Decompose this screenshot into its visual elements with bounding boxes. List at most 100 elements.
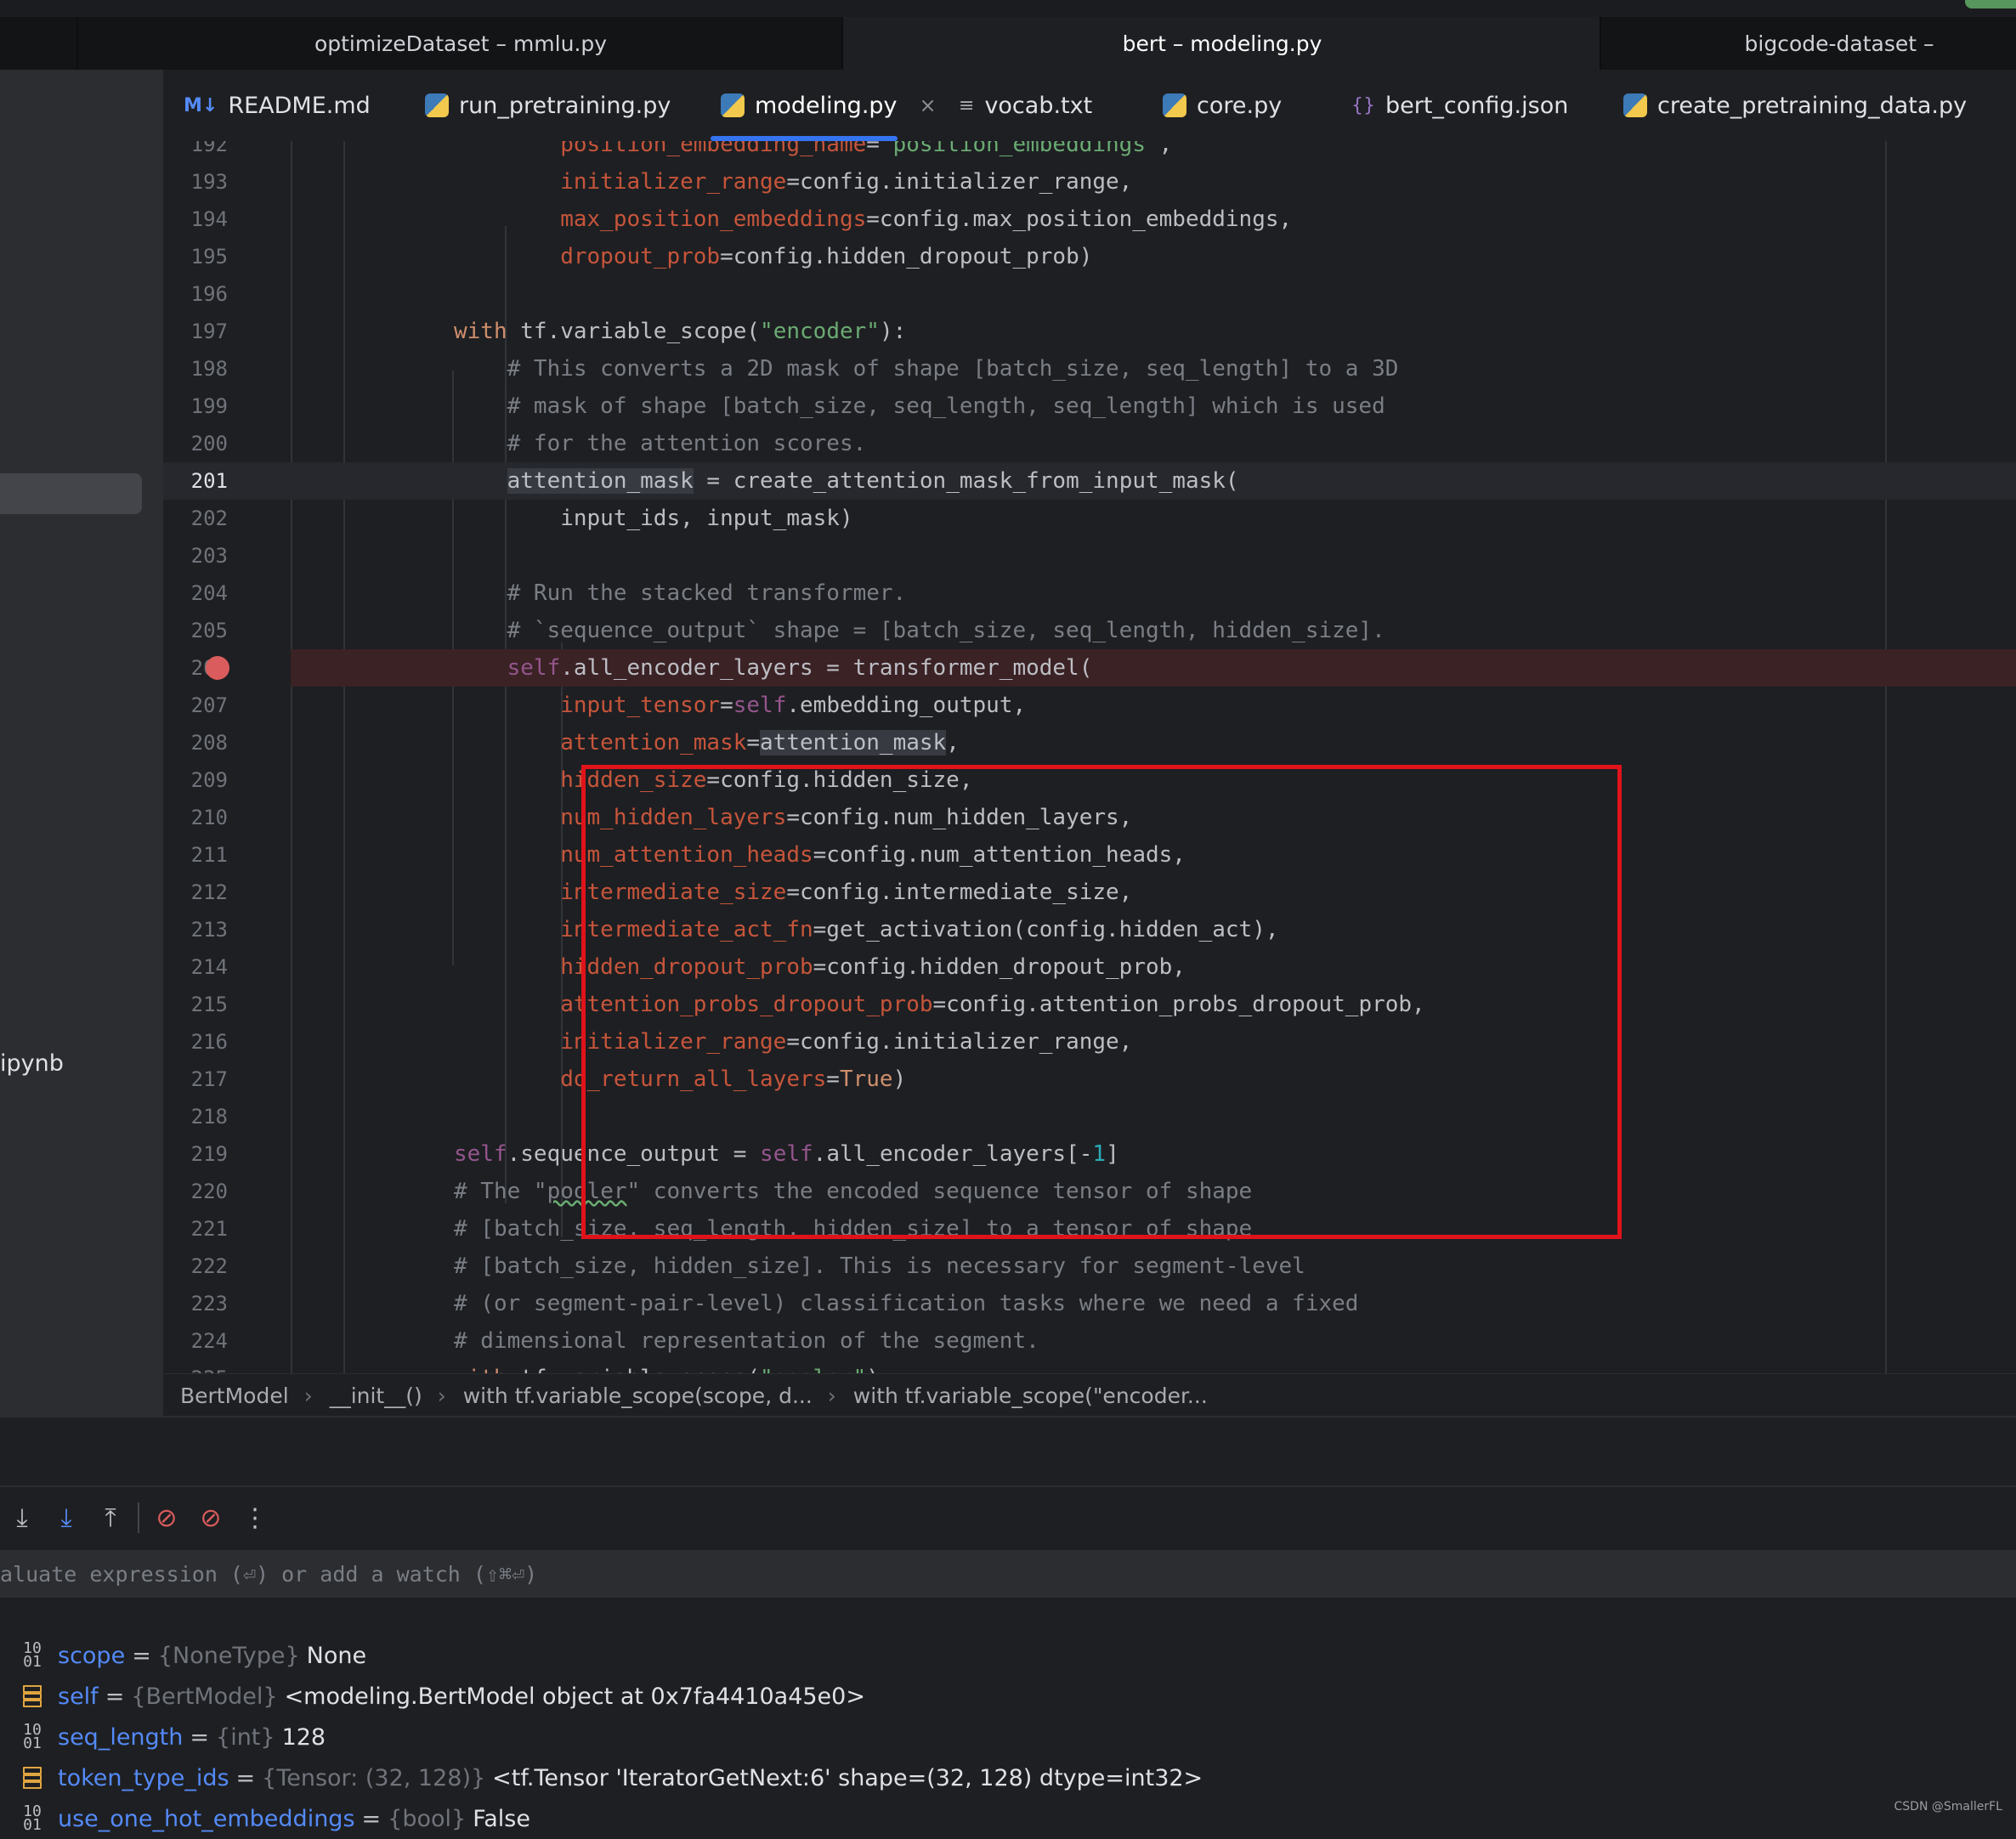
tab-core[interactable]: core.py	[1163, 70, 1282, 141]
line-number[interactable]: 221	[163, 1210, 228, 1248]
line-number[interactable]: 203	[163, 537, 228, 574]
variable-row[interactable]: 10 01 use_one_hot_embeddings = {bool} False	[0, 1798, 530, 1839]
code-token: # (or segment-pair-level) classification…	[454, 1291, 1359, 1316]
code-editor[interactable]: 192 position_embedding_name="position_em…	[163, 141, 2016, 1373]
highlight-annotation-box	[581, 765, 1622, 1239]
mute-breakpoints-icon[interactable]: ⊘	[189, 1496, 233, 1540]
line-number[interactable]: 208	[163, 724, 228, 761]
line-number[interactable]: 192	[163, 141, 228, 163]
variable-row[interactable]: self = {BertModel} <modeling.BertModel obje…	[0, 1676, 865, 1717]
more-options-icon[interactable]: ⋮	[233, 1496, 277, 1540]
line-number[interactable]: 193	[163, 163, 228, 201]
variable-row[interactable]: 10 01 scope = {NoneType} None	[0, 1635, 366, 1676]
line-number[interactable]: 195	[163, 238, 228, 275]
code-token: self	[733, 693, 787, 718]
tab-vocab[interactable]: ≡ vocab.txt	[959, 70, 1092, 141]
line-number[interactable]: 219	[163, 1135, 228, 1173]
code-token: ,	[1158, 141, 1173, 157]
code-line[interactable]: 195 dropout_prob=config.hidden_dropout_p…	[163, 238, 2016, 275]
window-tab-modeling[interactable]: bert – modeling.py	[841, 17, 1601, 70]
line-number[interactable]: 210	[163, 799, 228, 836]
tab-modeling[interactable]: modeling.py ×	[711, 70, 937, 141]
variable-row[interactable]: token_type_ids = {Tensor: (32, 128)} <tf.Te…	[0, 1757, 1203, 1798]
line-number[interactable]: 202	[163, 500, 228, 537]
line-number[interactable]: 222	[163, 1248, 228, 1285]
line-number[interactable]: 194	[163, 201, 228, 238]
breadcrumb-item[interactable]: __init__()	[330, 1383, 422, 1408]
code-token: ):	[879, 319, 907, 344]
variable-name: use_one_hot_embeddings	[58, 1805, 355, 1832]
code-token: # dimensional representation of the segm…	[454, 1328, 1039, 1354]
line-number[interactable]: 213	[163, 911, 228, 948]
tab-create-pretraining-data[interactable]: create_pretraining_data.py	[1623, 70, 1967, 141]
line-number[interactable]: 200	[163, 425, 228, 462]
step-into-icon[interactable]: ⤓	[44, 1496, 88, 1540]
line-number[interactable]: 225	[163, 1360, 228, 1373]
line-number[interactable]: 209	[163, 761, 228, 799]
project-selected-item[interactable]	[0, 473, 142, 514]
breadcrumb-item[interactable]: with tf.variable_scope("encoder...	[853, 1383, 1208, 1408]
line-number[interactable]: 218	[163, 1098, 228, 1135]
code-line[interactable]: 197 with tf.variable_scope("encoder"):	[163, 313, 2016, 350]
code-line[interactable]: 194 max_position_embeddings=config.max_p…	[163, 201, 2016, 238]
line-number[interactable]: 215	[163, 986, 228, 1023]
line-number[interactable]: 205	[163, 612, 228, 649]
close-icon[interactable]: ×	[920, 93, 937, 117]
step-over-icon[interactable]: ⤓	[0, 1496, 44, 1540]
code-line[interactable]: 204 # Run the stacked transformer.	[163, 574, 2016, 612]
line-number[interactable]: 204	[163, 574, 228, 612]
code-text: dropout_prob=config.hidden_dropout_prob)	[454, 238, 1092, 275]
line-number[interactable]: 199	[163, 388, 228, 425]
code-line[interactable]: 222 # [batch_size, hidden_size]. This is …	[163, 1248, 2016, 1285]
python-icon	[425, 93, 449, 117]
code-line[interactable]: 192 position_embedding_name="position_em…	[163, 141, 2016, 163]
code-line[interactable]: 198 # This converts a 2D mask of shape […	[163, 350, 2016, 388]
code-token: "pooler"	[760, 1366, 866, 1373]
line-number[interactable]: 196	[163, 275, 228, 313]
line-number[interactable]: 212	[163, 874, 228, 911]
tab-bert-config[interactable]: {} bert_config.json	[1351, 70, 1568, 141]
project-item-label[interactable]: ipynb	[0, 1050, 64, 1077]
window-tab-bigcode[interactable]: bigcode-dataset –	[1600, 17, 2016, 70]
code-line[interactable]: 203	[163, 537, 2016, 574]
line-number[interactable]: 223	[163, 1285, 228, 1322]
line-number[interactable]: 201	[163, 462, 228, 500]
view-breakpoints-icon[interactable]: ⊘	[144, 1496, 189, 1540]
line-number[interactable]: 220	[163, 1173, 228, 1210]
code-line[interactable]: 200 # for the attention scores.	[163, 425, 2016, 462]
evaluate-expression-input[interactable]: aluate expression (⏎) or add a watch (⇧⌘…	[0, 1550, 2016, 1598]
line-number[interactable]: 224	[163, 1322, 228, 1360]
variable-type: {Tensor: (32, 128)}	[262, 1764, 486, 1791]
line-number[interactable]: 197	[163, 313, 228, 350]
code-line[interactable]: 224 # dimensional representation of the s…	[163, 1322, 2016, 1360]
code-text: position_embedding_name="position_embedd…	[454, 141, 1172, 163]
code-line[interactable]: 196	[163, 275, 2016, 313]
step-out-icon[interactable]: ⤒	[88, 1496, 133, 1540]
code-token: input_ids, input_mask)	[454, 506, 853, 531]
code-line[interactable]: 208 attention_mask=attention_mask,	[163, 724, 2016, 761]
variable-type: {NoneType}	[157, 1642, 300, 1669]
code-line[interactable]: 202 input_ids, input_mask)	[163, 500, 2016, 537]
breadcrumb-item[interactable]: with tf.variable_scope(scope, d...	[463, 1383, 813, 1408]
line-number[interactable]: 198	[163, 350, 228, 388]
code-line[interactable]: 207 input_tensor=self.embedding_output,	[163, 687, 2016, 724]
line-number[interactable]: 216	[163, 1023, 228, 1061]
line-number[interactable]: 211	[163, 836, 228, 874]
code-line[interactable]: 225 with tf.variable_scope("pooler"):	[163, 1360, 2016, 1373]
variable-row[interactable]: 10 01 seq_length = {int} 128	[0, 1717, 326, 1757]
line-number[interactable]: 217	[163, 1061, 228, 1098]
code-line[interactable]: 193 initializer_range=config.initializer…	[163, 163, 2016, 201]
code-line[interactable]: 223 # (or segment-pair-level) classificat…	[163, 1285, 2016, 1322]
breadcrumb-item[interactable]: BertModel	[180, 1383, 289, 1408]
line-number[interactable]: 214	[163, 948, 228, 986]
code-line[interactable]: 199 # mask of shape [batch_size, seq_len…	[163, 388, 2016, 425]
tab-run-pretraining[interactable]: run_pretraining.py	[425, 70, 671, 141]
code-line[interactable]: 206 self.all_encoder_layers = transforme…	[191, 649, 2016, 687]
window-tab-mmlu[interactable]: optimizeDataset – mmlu.py	[76, 17, 843, 70]
tab-readme[interactable]: M↓ README.md	[184, 70, 371, 141]
line-number[interactable]: 207	[163, 687, 228, 724]
breakpoint-icon[interactable]	[206, 656, 229, 680]
code-line[interactable]: 201 attention_mask = create_attention_ma…	[163, 462, 2016, 500]
code-line[interactable]: 205 # `sequence_output` shape = [batch_s…	[163, 612, 2016, 649]
evaluate-placeholder: aluate expression (⏎) or add a watch (⇧⌘…	[0, 1561, 538, 1587]
